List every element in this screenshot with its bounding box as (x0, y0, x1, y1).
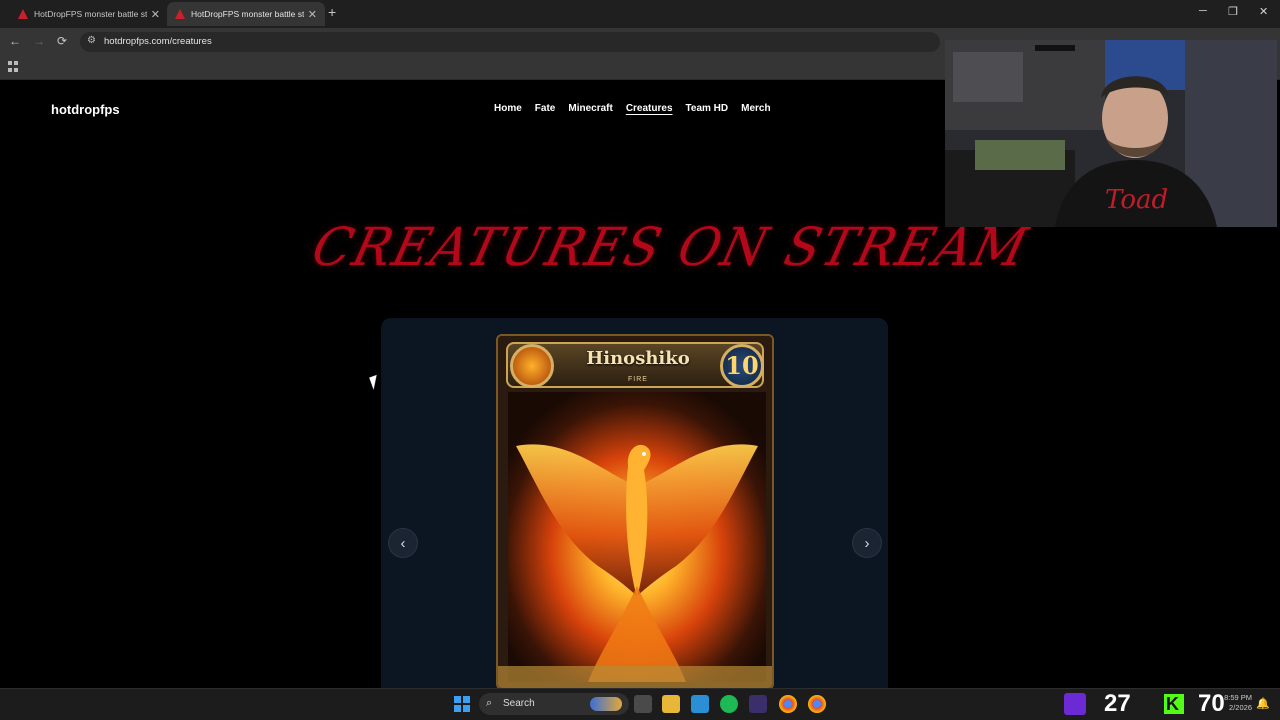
tab-close-icon[interactable]: ✕ (308, 8, 317, 21)
windows-start-icon[interactable] (454, 696, 470, 712)
kick-k-icon: K (1166, 694, 1179, 714)
new-tab-button[interactable]: + (328, 4, 336, 20)
minimize-icon[interactable]: ─ (1199, 5, 1207, 17)
svg-text:Toad: Toad (1105, 185, 1168, 215)
chrome-icon[interactable] (779, 695, 797, 713)
creature-card[interactable]: Hinoshiko FIRE 10 (496, 334, 774, 690)
card-level: 10 (725, 351, 759, 380)
nav-merch[interactable]: Merch (741, 103, 770, 114)
notepad-icon[interactable] (691, 695, 709, 713)
carousel-prev-button[interactable]: ‹ (388, 528, 418, 558)
nav-fate[interactable]: Fate (535, 103, 556, 114)
site-info-icon[interactable]: ⚙ (87, 35, 96, 46)
flame-icon (510, 344, 554, 388)
nav-creatures[interactable]: Creatures (626, 103, 673, 114)
tab-close-icon[interactable]: ✕ (151, 8, 160, 21)
widgets-icon[interactable] (590, 697, 622, 711)
site-nav: Home Fate Minecraft Creatures Team HD Me… (494, 103, 784, 114)
page-heading: CREATURES ON STREAM (306, 216, 1035, 278)
browser-tab-active[interactable]: HotDropFPS monster battle sty ✕ (167, 2, 325, 26)
card-creature-name: Hinoshiko (586, 348, 690, 369)
forward-arrow-icon[interactable]: → (33, 34, 45, 48)
phoenix-artwork-icon (498, 336, 772, 688)
search-icon: ⌕ (486, 697, 493, 709)
close-window-icon[interactable]: ✕ (1259, 5, 1268, 18)
task-view-icon[interactable] (634, 695, 652, 713)
tab-title: HotDropFPS monster battle sty (191, 9, 304, 19)
hud-fx-icon[interactable] (749, 695, 767, 713)
card-creature-type: FIRE (628, 376, 648, 383)
system-clock[interactable]: 8:59 PM 2/2026 (1222, 693, 1252, 713)
site-favicon-icon (18, 9, 28, 19)
spotify-icon[interactable] (720, 695, 738, 713)
site-brand[interactable]: hotdropfps (51, 102, 120, 117)
nav-team-hd[interactable]: Team HD (686, 103, 729, 114)
nav-home[interactable]: Home (494, 103, 522, 114)
site-favicon-icon (175, 9, 185, 19)
counter-widget: 70 (1198, 690, 1225, 717)
webcam-overlay: Toad (945, 40, 1277, 227)
notification-bell-icon[interactable]: 🔔 (1256, 697, 1270, 710)
file-explorer-icon[interactable] (662, 695, 680, 713)
taskbar-search-label: Search (503, 698, 535, 709)
nav-minecraft[interactable]: Minecraft (568, 103, 612, 114)
address-url[interactable]: hotdropfps.com/creatures (104, 36, 212, 47)
browser-tab[interactable]: HotDropFPS monster battle sty ✕ (10, 2, 168, 26)
back-arrow-icon[interactable]: ← (9, 34, 21, 48)
chrome-icon[interactable] (808, 695, 826, 713)
apps-grid-icon[interactable] (8, 61, 19, 72)
clock-date: 2/2026 (1229, 703, 1252, 712)
clock-time: 8:59 PM (1224, 693, 1252, 702)
temperature-widget: 27 (1104, 690, 1131, 717)
reload-icon[interactable]: ⟳ (57, 34, 67, 48)
carousel-next-button[interactable]: › (852, 528, 882, 558)
twitch-icon[interactable] (1064, 693, 1086, 715)
restore-icon[interactable]: ❐ (1228, 5, 1238, 18)
tab-title: HotDropFPS monster battle sty (34, 9, 147, 19)
